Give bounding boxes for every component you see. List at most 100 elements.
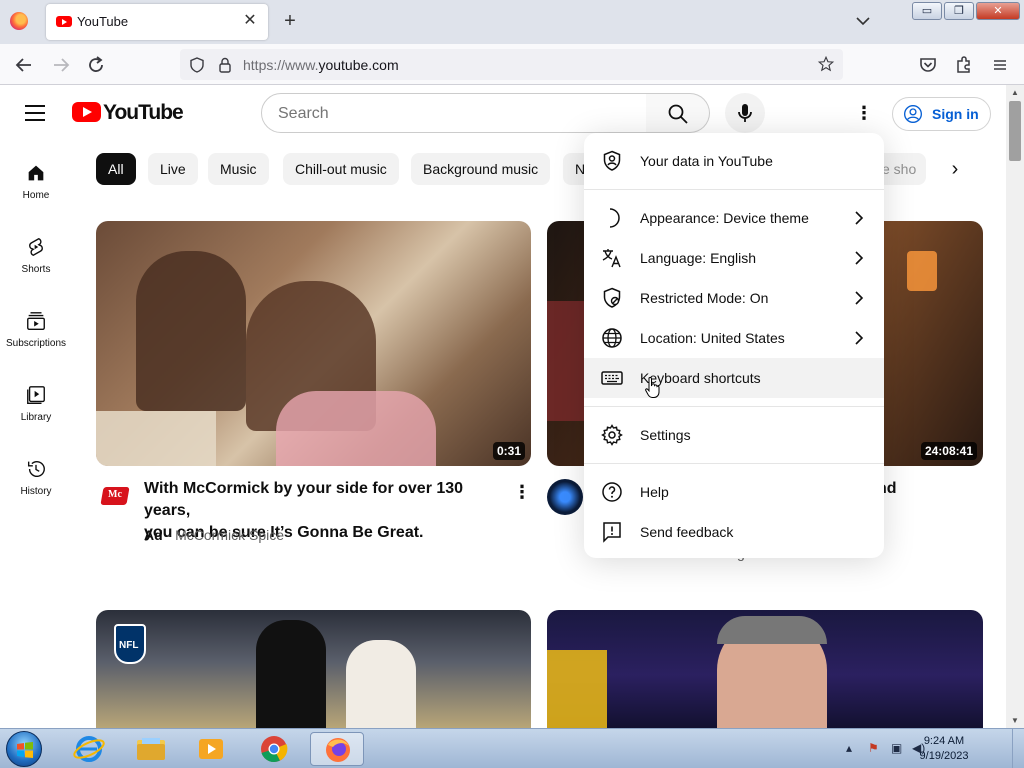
reload-icon[interactable] [84,53,108,77]
start-button[interactable] [6,731,42,767]
chip-live[interactable]: Live [148,153,198,185]
voice-search-button[interactable] [725,93,765,133]
ad-badge: Ad [144,527,163,543]
translate-icon [602,249,621,268]
menu-label: Location: United States [640,330,785,346]
scroll-down-arrow-icon[interactable]: ▼ [1010,716,1020,725]
url-text[interactable]: https://www.youtube.com [243,57,399,73]
menu-item-settings[interactable]: Settings [584,415,884,455]
chip-all[interactable]: All [96,153,136,185]
video-thumbnail-news[interactable] [547,610,983,740]
guide-item-history[interactable]: History [0,448,72,512]
browser-tab-youtube[interactable]: YouTube ✕ [46,4,268,40]
subscriptions-icon [27,312,45,330]
guide-item-home[interactable]: Home [0,152,72,216]
shield-person-icon [603,150,621,171]
video-duration: 24:08:41 [920,442,977,460]
guide-item-subscriptions[interactable]: Subscriptions [0,300,72,364]
chrome-icon[interactable] [247,732,301,766]
menu-divider [584,406,884,407]
url-bar[interactable]: https://www.youtube.com [180,49,843,80]
tab-close-button[interactable]: ✕ [240,11,260,31]
action-center-flag-icon[interactable]: ⚑ [868,741,879,755]
scrollbar-thumb[interactable] [1009,101,1021,161]
list-all-tabs-icon[interactable] [853,11,873,31]
page-scrollbar[interactable]: ▲ ▼ [1006,85,1024,728]
search-button[interactable] [646,93,710,133]
settings-dropdown-menu: Your data in YouTube Appearance: Device … [584,133,884,558]
clock-time: 9:24 AM [923,735,965,747]
youtube-wordmark[interactable]: YouTube [103,101,184,125]
sign-in-button[interactable]: Sign in [892,97,991,131]
menu-item-restricted-mode[interactable]: Restricted Mode: On [584,278,884,318]
system-clock[interactable]: 9:24 AM 9/19/2023 [914,734,974,764]
guide-menu-icon[interactable] [25,105,45,121]
chip-chill-out-music[interactable]: Chill-out music [283,153,399,185]
guide-label: Home [22,190,50,201]
chip-music[interactable]: Music [208,153,269,185]
extensions-icon[interactable] [952,53,976,77]
menu-item-appearance[interactable]: Appearance: Device theme [584,198,884,238]
youtube-favicon-icon [56,16,72,27]
shorts-icon [29,237,43,257]
show-desktop-button[interactable] [1012,729,1024,768]
scroll-up-arrow-icon[interactable]: ▲ [1010,88,1020,97]
lock-icon[interactable] [217,56,233,74]
channel-name[interactable]: McCormick Spice [175,527,284,543]
video-thumbnail-nfl[interactable]: NFL [96,610,531,740]
menu-item-language[interactable]: Language: English [584,238,884,278]
video-thumbnail-mccormick[interactable]: 0:31 [96,221,531,466]
guide-label: Shorts [21,264,51,275]
forward-arrow-icon[interactable] [49,53,73,77]
back-arrow-icon[interactable] [12,53,36,77]
chevron-right-icon [855,251,864,265]
chevron-right-icon [855,211,864,225]
firefox-menu-icon[interactable] [10,12,28,30]
guide-label: History [20,486,52,497]
network-icon[interactable]: ▣ [891,741,902,755]
search-input[interactable]: Search [261,93,647,133]
media-player-icon[interactable] [184,732,238,766]
tracking-protection-shield-icon[interactable] [188,56,206,74]
menu-label: Restricted Mode: On [640,290,769,306]
firefox-taskbar-icon[interactable] [310,732,364,766]
menu-item-location[interactable]: Location: United States [584,318,884,358]
app-menu-icon[interactable] [988,53,1012,77]
minimize-button[interactable]: ▭ [912,2,942,20]
video-more-actions-icon[interactable]: ⋮ [510,478,534,506]
search-placeholder: Search [278,105,329,122]
settings-more-icon[interactable]: ⋮ [852,99,876,127]
menu-item-send-feedback[interactable]: Send feedback [584,512,884,552]
channel-avatar-mccormick[interactable]: Mc [99,481,131,513]
guide-item-shorts[interactable]: Shorts [0,226,72,290]
menu-label: Help [640,484,669,500]
channel-avatar-second[interactable] [547,479,583,515]
menu-label: Send feedback [640,524,734,540]
chip-background-music[interactable]: Background music [411,153,551,185]
feedback-icon [603,522,621,543]
internet-explorer-icon[interactable] [62,732,116,766]
moon-icon [609,208,620,228]
hand-cursor-icon [645,376,660,398]
file-explorer-icon[interactable] [124,732,178,766]
browser-tab-bar: YouTube ✕ + ▭ ❐ ✕ [0,0,1024,44]
show-hidden-icons-icon[interactable]: ▴ [846,741,852,755]
tab-title: YouTube [77,14,129,29]
pocket-icon[interactable] [916,53,940,77]
new-tab-button[interactable]: + [278,9,302,33]
gear-icon [601,424,623,446]
browser-nav-bar: https://www.youtube.com [0,44,1024,85]
menu-item-your-data[interactable]: Your data in YouTube [584,141,884,181]
bookmark-star-icon[interactable] [817,55,835,73]
menu-item-keyboard-shortcuts[interactable]: Keyboard shortcuts [584,358,884,398]
home-icon [28,165,44,181]
close-window-button[interactable]: ✕ [976,2,1020,20]
nfl-logo-icon: NFL [114,624,146,664]
chip-next-chevron-icon[interactable]: › [940,155,970,185]
restore-button[interactable]: ❐ [944,2,974,20]
youtube-logo-icon[interactable] [72,102,101,122]
guide-label: Subscriptions [5,338,67,349]
guide-item-library[interactable]: Library [0,374,72,438]
library-icon [27,386,45,404]
menu-item-help[interactable]: Help [584,472,884,512]
